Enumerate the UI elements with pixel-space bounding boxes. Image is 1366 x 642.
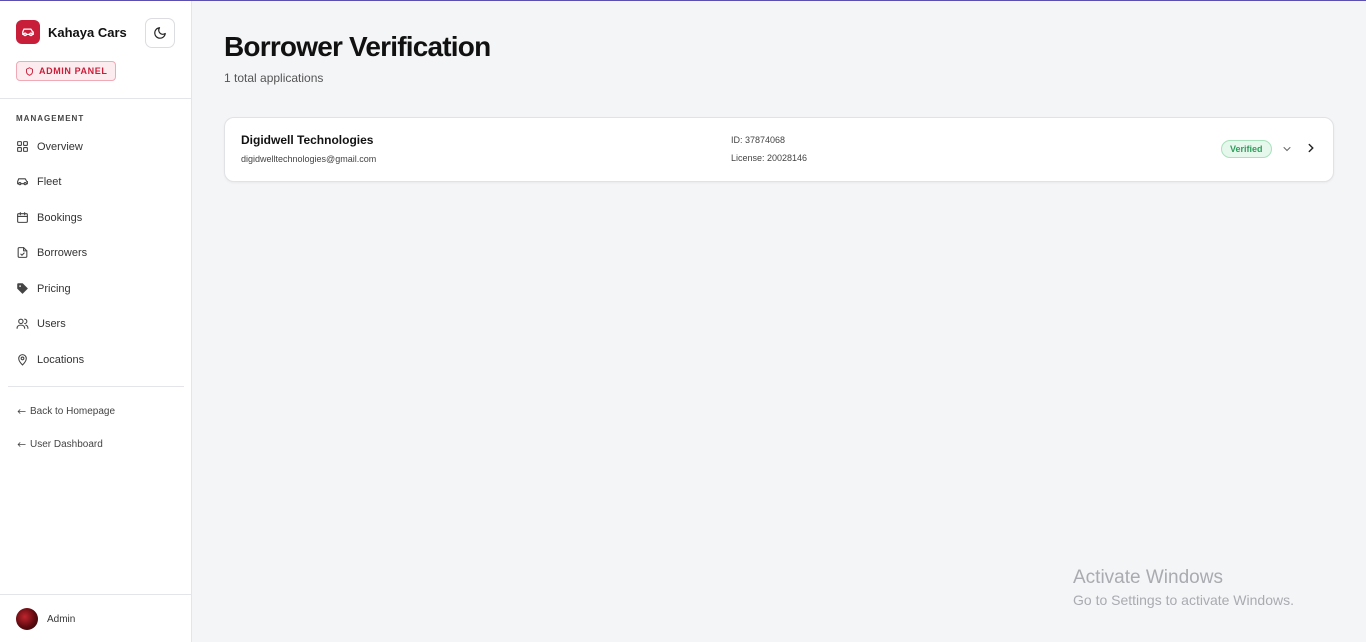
link-label: User Dashboard	[30, 439, 103, 450]
application-card[interactable]: Digidwell Technologies digidwelltechnolo…	[224, 117, 1334, 182]
car-logo-icon	[16, 20, 40, 44]
sidebar-item-overview[interactable]: Overview	[16, 140, 83, 153]
user-name: Admin	[47, 613, 76, 625]
page-subtitle: 1 total applications	[224, 71, 324, 85]
divider	[0, 98, 191, 99]
chevron-right-icon[interactable]	[1304, 141, 1318, 155]
arrow-left-icon	[17, 409, 26, 414]
applicant-name: Digidwell Technologies	[241, 133, 374, 147]
sidebar-item-fleet[interactable]: Fleet	[16, 175, 61, 188]
avatar	[16, 608, 38, 630]
sidebar-item-locations[interactable]: Locations	[16, 353, 84, 366]
theme-toggle-button[interactable]	[145, 18, 175, 48]
applicant-email: digidwelltechnologies@gmail.com	[241, 154, 377, 164]
status-badge: Verified	[1221, 140, 1272, 158]
divider	[0, 594, 191, 595]
admin-panel-badge: ADMIN PANEL	[16, 61, 117, 81]
section-label: MANAGEMENT	[16, 114, 85, 123]
user-dashboard-link[interactable]: User Dashboard	[16, 439, 103, 450]
chevron-down-icon[interactable]	[1281, 143, 1293, 155]
map-pin-icon	[18, 354, 27, 366]
car-icon	[17, 178, 28, 186]
sidebar-item-borrowers[interactable]: Borrowers	[16, 246, 87, 259]
sidebar-item-label: Pricing	[37, 282, 71, 295]
applicant-license: License: 20028146	[731, 153, 808, 163]
sidebar-item-label: Users	[37, 317, 66, 330]
sidebar-item-pricing[interactable]: Pricing	[16, 282, 71, 295]
activate-windows-watermark: Activate Windows Go to Settings to activ…	[1073, 567, 1294, 608]
sidebar-item-label: Bookings	[37, 211, 83, 224]
moon-icon	[154, 27, 166, 39]
brand-name: Kahaya Cars	[48, 24, 127, 40]
link-label: Back to Homepage	[30, 406, 116, 417]
divider	[8, 386, 184, 387]
grid-icon	[17, 141, 28, 152]
shield-icon	[26, 66, 33, 76]
arrow-left-icon	[17, 442, 26, 447]
sidebar-item-label: Locations	[37, 353, 85, 366]
watermark-title: Activate Windows	[1073, 567, 1223, 588]
back-to-homepage-link[interactable]: Back to Homepage	[16, 406, 115, 417]
user-profile[interactable]: Admin	[16, 608, 75, 630]
calendar-icon	[17, 212, 28, 223]
sidebar: Kahaya Cars ADMIN PANEL MANAGEMENT Overv…	[0, 1, 192, 642]
sidebar-item-label: Fleet	[37, 175, 62, 188]
page-title: Borrower Verification	[224, 31, 491, 62]
applicant-id: ID: 37874068	[731, 135, 786, 145]
sidebar-item-label: Borrowers	[37, 246, 88, 259]
sidebar-item-label: Overview	[37, 140, 83, 153]
admin-panel-label: ADMIN PANEL	[39, 66, 108, 76]
sidebar-item-bookings[interactable]: Bookings	[16, 211, 82, 224]
users-icon	[16, 318, 29, 329]
tag-icon	[17, 283, 28, 294]
brand[interactable]: Kahaya Cars	[16, 20, 127, 44]
watermark-subtitle: Go to Settings to activate Windows.	[1073, 592, 1294, 608]
sidebar-item-users[interactable]: Users	[16, 317, 66, 330]
file-check-icon	[17, 247, 28, 258]
